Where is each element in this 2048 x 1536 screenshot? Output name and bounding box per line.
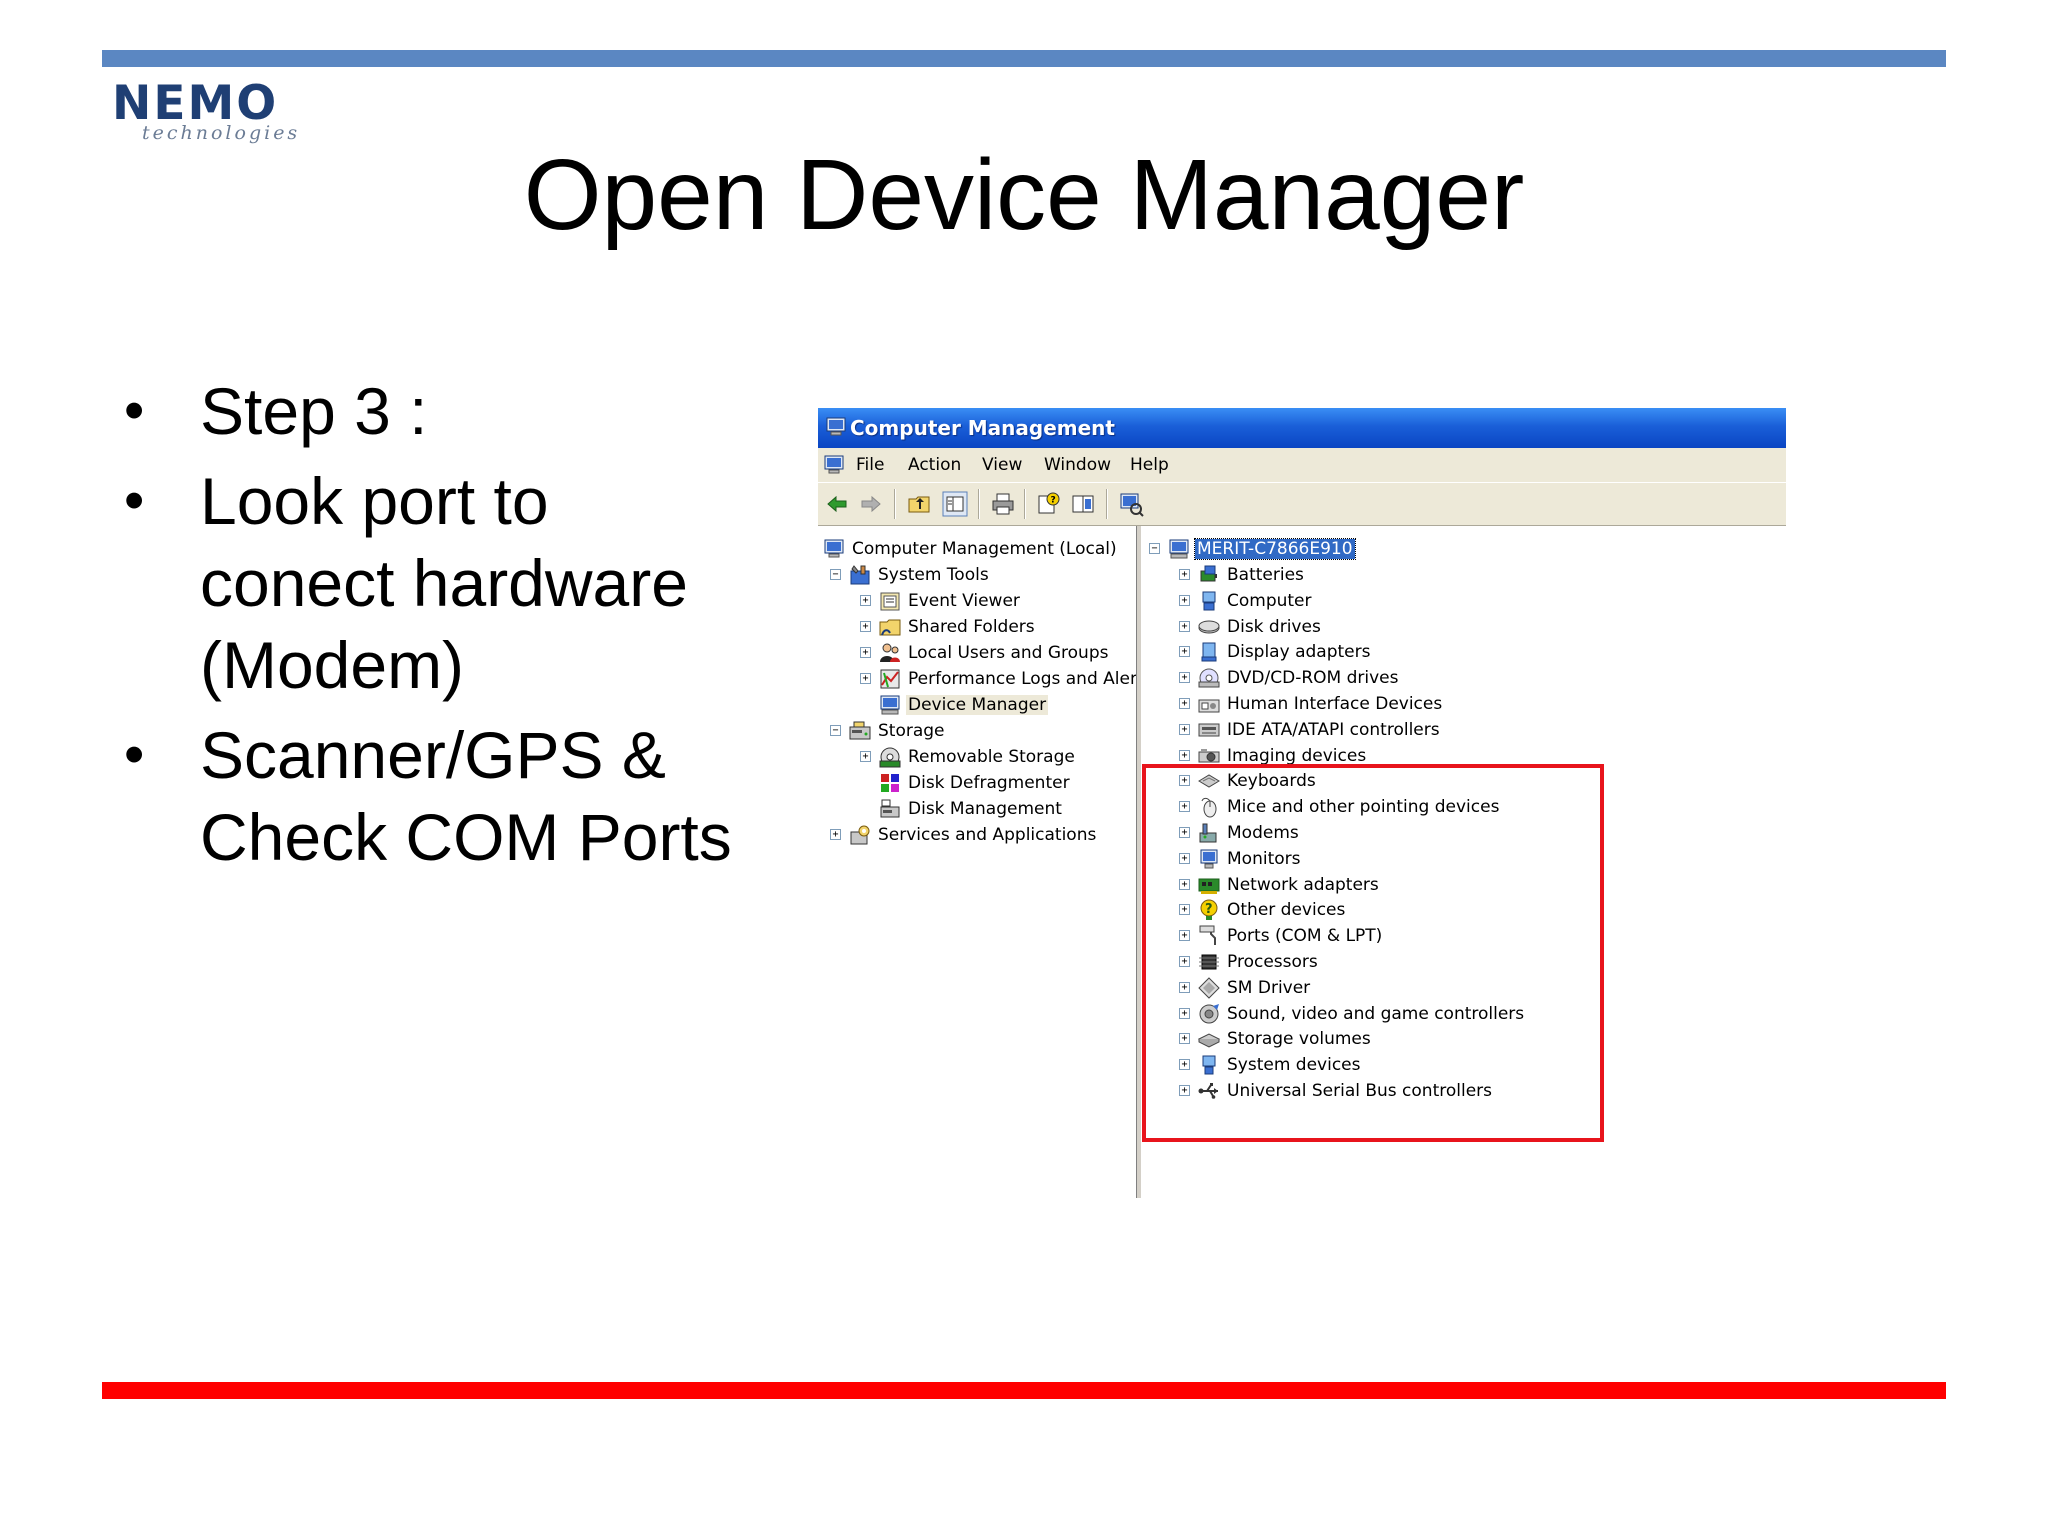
window-titlebar[interactable]: Computer Management [818,408,1786,448]
top-accent-bar [102,50,1946,67]
computer-management-icon [824,539,844,558]
defrag-icon [881,774,899,792]
storage-icon [849,721,871,740]
device-category-label: Display adapters [1227,642,1371,663]
expand-icon[interactable]: + [1179,646,1190,658]
expand-icon[interactable]: + [1179,723,1190,735]
properties-icon[interactable] [1070,491,1096,517]
device-manager-icon [880,695,900,715]
menu-bar: File Action View Window Help [818,448,1786,482]
show-hide-tree-icon[interactable] [942,491,968,517]
back-arrow-icon[interactable] [824,491,850,517]
collapse-icon[interactable]: − [1149,543,1160,554]
bullet-text: Look port to conect hardware (Modem) [200,464,688,702]
tree-label: Performance Logs and Alerts [908,669,1136,689]
print-icon[interactable] [990,491,1016,517]
expand-icon[interactable]: + [1179,672,1190,684]
up-folder-icon[interactable] [906,491,932,517]
expand-icon[interactable]: + [830,829,841,840]
expand-icon[interactable]: + [860,673,871,684]
batteries-icon [1200,565,1217,582]
bullet-text: Scanner/GPS & Check COM Ports [200,718,732,874]
performance-icon [880,669,900,689]
expand-icon[interactable]: + [1179,594,1190,606]
display-adapters-icon [1201,642,1217,662]
dvd-cd-rom-drives-icon [1198,668,1220,688]
collapse-icon[interactable]: − [830,725,841,736]
expand-icon[interactable]: + [860,595,871,606]
computer-management-icon [826,417,846,436]
human-interface-devices-icon [1198,699,1220,713]
expand-icon[interactable]: + [1179,698,1190,709]
tree-node-performance-logs[interactable]: + Performance Logs and Alerts [860,666,1136,692]
bullet-text: Step 3 : [200,374,428,448]
tree-label: Local Users and Groups [908,643,1109,663]
bullet-item: • Look port to conect hardware (Modem) [124,464,688,702]
expand-icon[interactable]: + [1179,749,1190,761]
expand-icon[interactable]: + [860,647,871,658]
bullet-list: • Step 3 : • Look port to conect hardware … [120,370,740,886]
tree-label: Removable Storage [908,747,1075,767]
expand-icon[interactable]: + [860,621,871,632]
highlight-box [1142,764,1604,1142]
device-category-label: DVD/CD-ROM drives [1227,668,1399,689]
tree-label: Disk Management [908,799,1062,819]
tree-label: Shared Folders [908,617,1035,637]
tree-label: Computer Management (Local) [852,539,1117,559]
device-category-label: Imaging devices [1227,745,1367,766]
system-menu-icon[interactable] [822,453,846,477]
shared-folder-icon [879,619,901,636]
collapse-icon[interactable]: − [830,569,841,580]
menu-action[interactable]: Action [908,455,961,475]
device-category-label: IDE ATA/ATAPI controllers [1227,719,1440,740]
svg-text:?: ? [1051,496,1056,506]
tree-label: System Tools [878,565,989,585]
help-icon[interactable]: ? [1036,491,1062,517]
disk-management-icon [880,799,900,818]
logo-wordmark: NEMO [112,76,279,131]
device-category-label: Batteries [1227,565,1304,585]
computer-icon [1169,539,1189,559]
bullet-item: • Scanner/GPS & Check COM Ports [124,718,732,874]
tools-icon [850,565,870,585]
expand-icon[interactable]: + [1179,569,1190,580]
services-icon [850,825,870,845]
device-root-label: MERIT-C7866E910 [1194,538,1356,560]
menu-help[interactable]: Help [1130,455,1169,475]
device-category-label: Computer [1227,590,1312,611]
menu-view[interactable]: View [982,455,1022,475]
menu-file[interactable]: File [856,455,884,475]
window-title: Computer Management [850,416,1115,440]
tree-label: Disk Defragmenter [908,773,1070,793]
scan-hardware-icon[interactable] [1118,491,1144,517]
bottom-accent-bar [102,1382,1946,1399]
removable-storage-icon [879,747,901,768]
forward-arrow-icon[interactable] [858,491,884,517]
users-icon [880,643,900,662]
toolbar: ? [818,482,1786,527]
tree-label: Storage [878,721,945,741]
event-viewer-icon [880,592,900,611]
disk-drives-icon [1198,620,1220,634]
menu-window[interactable]: Window [1044,455,1111,475]
device-category-label: Human Interface Devices [1227,694,1443,714]
expand-icon[interactable]: + [1179,620,1190,632]
computer-icon [1202,591,1216,611]
tree-label: Event Viewer [908,591,1020,611]
expand-icon[interactable]: + [860,751,871,762]
tree-label: Device Manager [906,695,1049,715]
device-category-label: Disk drives [1227,616,1321,637]
console-tree-pane[interactable]: Computer Management (Local) − System Too… [818,526,1138,1198]
bullet-item: • Step 3 : [124,374,428,448]
tree-label: Services and Applications [878,825,1097,845]
ide-ata-atapi-controllers-icon [1198,723,1220,737]
slide-title: Open Device Manager [523,139,1525,251]
